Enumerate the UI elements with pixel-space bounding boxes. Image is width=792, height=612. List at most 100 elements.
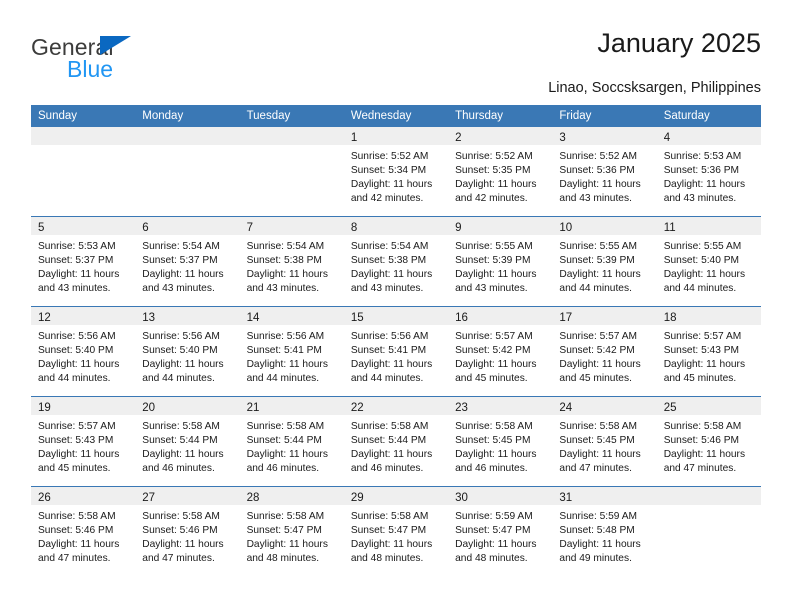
day-number-band: 12 [31,307,136,325]
calendar-page: General Blue January 2025 Linao, Soccsks… [0,0,792,612]
day-number-band: 10 [552,217,657,235]
day-details: Sunrise: 5:58 AM Sunset: 5:46 PM Daylight:… [135,505,239,566]
day-number: 24 [559,402,573,414]
day-details: Sunrise: 5:58 AM Sunset: 5:46 PM Daylight:… [657,415,761,476]
day-number-band: 26 [31,487,136,505]
day-number-band [135,127,240,145]
day-number-band: 27 [135,487,240,505]
calendar-day-cell[interactable]: 23 Sunrise: 5:58 AM Sunset: 5:45 PM Dayligh… [448,396,553,487]
calendar-day-cell[interactable]: 12 Sunrise: 5:56 AM Sunset: 5:40 PM Dayligh… [31,306,136,397]
calendar-day-cell[interactable]: 20 Sunrise: 5:58 AM Sunset: 5:44 PM Dayligh… [135,396,240,487]
day-details: Sunrise: 5:57 AM Sunset: 5:42 PM Daylight:… [552,325,656,386]
calendar-day-cell[interactable]: 8 Sunrise: 5:54 AM Sunset: 5:38 PM Daylight… [343,216,449,307]
daylight-text-line2: and 46 minutes. [142,463,215,475]
calendar-day-cell[interactable]: 25 Sunrise: 5:58 AM Sunset: 5:46 PM Dayligh… [656,396,761,487]
day-number: 4 [663,132,671,144]
calendar-header-row: Sunday Monday Tuesday Wednesday Thursday Frid… [31,105,761,127]
calendar-body: 1 Sunrise: 5:52 AM Sunset: 5:34 PM Daylight… [31,127,761,576]
calendar-day-cell[interactable]: 28 Sunrise: 5:58 AM Sunset: 5:47 PM Dayligh… [239,486,344,576]
day-number: 20 [142,402,156,414]
day-number: 9 [455,222,462,234]
calendar-day-cell[interactable]: 21 Sunrise: 5:58 AM Sunset: 5:44 PM Dayligh… [239,396,344,487]
sunrise-text: Sunrise: 5:56 AM [350,331,429,342]
calendar-day-cell[interactable]: 27 Sunrise: 5:58 AM Sunset: 5:46 PM Dayligh… [135,486,240,576]
day-number: 19 [38,402,51,414]
calendar-day-cell[interactable]: 4 Sunrise: 5:53 AM Sunset: 5:36 PM Daylight… [656,127,761,217]
day-details: Sunrise: 5:58 AM Sunset: 5:45 PM Daylight:… [448,415,552,476]
sunrise-text: Sunrise: 5:57 AM [455,331,533,342]
daylight-text-line2: and 45 minutes. [38,463,111,475]
general-blue-logo[interactable]: General Blue [31,34,231,88]
daylight-text-line2: and 49 minutes. [559,553,632,565]
day-number: 3 [559,132,566,144]
day-details: Sunrise: 5:56 AM Sunset: 5:41 PM Daylight:… [240,325,344,386]
day-number-band [656,487,761,505]
calendar-day-cell[interactable]: 31 Sunrise: 5:59 AM Sunset: 5:48 PM Dayligh… [552,486,657,576]
calendar-day-cell[interactable]: 18 Sunrise: 5:57 AM Sunset: 5:43 PM Dayligh… [656,306,761,397]
daylight-text-line1: Daylight: 11 hours [350,359,433,371]
day-number: 10 [559,222,573,234]
daylight-text-line1: Daylight: 11 hours [142,359,224,371]
calendar-day-cell[interactable]: 19 Sunrise: 5:57 AM Sunset: 5:43 PM Dayligh… [31,396,136,487]
calendar-day-cell[interactable]: 6 Sunrise: 5:54 AM Sunset: 5:37 PM Daylight… [135,216,240,307]
calendar-day-cell[interactable]: 14 Sunrise: 5:56 AM Sunset: 5:41 PM Dayligh… [239,306,344,397]
day-details: Sunrise: 5:58 AM Sunset: 5:47 PM Daylight:… [344,505,448,566]
calendar-week-row: 5 Sunrise: 5:53 AM Sunset: 5:37 PM Daylight… [31,216,761,307]
calendar-day-cell[interactable]: 1 Sunrise: 5:52 AM Sunset: 5:34 PM Daylight… [343,127,449,217]
calendar-day-cell[interactable]: 22 Sunrise: 5:58 AM Sunset: 5:44 PM Dayligh… [343,396,449,487]
calendar-day-cell[interactable]: 11 Sunrise: 5:55 AM Sunset: 5:40 PM Dayligh… [656,216,761,307]
daylight-text-line1: Daylight: 11 hours [142,269,224,281]
day-details: Sunrise: 5:54 AM Sunset: 5:37 PM Daylight:… [135,235,239,296]
sunrise-text: Sunrise: 5:58 AM [142,421,220,432]
calendar-day-cell[interactable]: 10 Sunrise: 5:55 AM Sunset: 5:39 PM Dayligh… [552,216,657,307]
daylight-text-line2: and 42 minutes. [350,193,424,205]
day-number: 31 [559,492,573,504]
calendar-day-cell[interactable]: 30 Sunrise: 5:59 AM Sunset: 5:47 PM Dayligh… [448,486,553,576]
day-number-band [31,127,136,145]
sunrise-text: Sunrise: 5:55 AM [663,241,742,252]
sunset-text: Sunset: 5:40 PM [142,345,218,357]
day-number-band: 7 [239,217,344,235]
daylight-text-line1: Daylight: 11 hours [559,449,641,461]
daylight-text-line1: Daylight: 11 hours [350,179,433,191]
calendar-week-row: 19 Sunrise: 5:57 AM Sunset: 5:43 PM Dayligh… [31,396,761,487]
calendar-day-cell[interactable]: 9 Sunrise: 5:55 AM Sunset: 5:39 PM Daylight… [448,216,553,307]
day-number: 1 [350,132,358,144]
sunrise-text: Sunrise: 5:52 AM [559,151,637,162]
calendar-day-cell[interactable]: 26 Sunrise: 5:58 AM Sunset: 5:46 PM Dayligh… [31,486,136,576]
day-details: Sunrise: 5:57 AM Sunset: 5:42 PM Daylight:… [448,325,552,386]
day-number-band: 20 [135,397,240,415]
daylight-text-line1: Daylight: 11 hours [663,179,746,191]
calendar-day-cell[interactable]: 7 Sunrise: 5:54 AM Sunset: 5:38 PM Daylight… [239,216,344,307]
day-number-band: 5 [31,217,136,235]
sunrise-text: Sunrise: 5:53 AM [663,151,742,162]
day-details: Sunrise: 5:55 AM Sunset: 5:40 PM Daylight:… [657,235,761,296]
day-number: 8 [350,222,358,234]
calendar-day-cell[interactable]: 17 Sunrise: 5:57 AM Sunset: 5:42 PM Dayligh… [552,306,657,397]
calendar-day-cell[interactable]: 13 Sunrise: 5:56 AM Sunset: 5:40 PM Dayligh… [135,306,240,397]
day-number-band: 6 [135,217,240,235]
calendar-day-cell[interactable]: 3 Sunrise: 5:52 AM Sunset: 5:36 PM Daylight… [552,127,657,217]
daylight-text-line1: Daylight: 11 hours [246,449,328,461]
sunrise-text: Sunrise: 5:59 AM [455,511,533,522]
day-details: Sunrise: 5:58 AM Sunset: 5:44 PM Daylight:… [344,415,448,476]
day-number-band: 2 [448,127,553,145]
calendar-day-cell[interactable]: 16 Sunrise: 5:57 AM Sunset: 5:42 PM Dayligh… [448,306,553,397]
calendar-day-cell[interactable]: 24 Sunrise: 5:58 AM Sunset: 5:45 PM Dayligh… [552,396,657,487]
sunrise-text: Sunrise: 5:58 AM [350,511,429,522]
sunrise-text: Sunrise: 5:54 AM [142,241,220,252]
sunrise-text: Sunrise: 5:58 AM [38,511,116,522]
sunrise-text: Sunrise: 5:56 AM [246,331,325,342]
calendar-day-cell[interactable]: 5 Sunrise: 5:53 AM Sunset: 5:37 PM Daylight… [31,216,136,307]
daylight-text-line1: Daylight: 11 hours [559,269,641,281]
calendar-day-cell[interactable]: 2 Sunrise: 5:52 AM Sunset: 5:35 PM Daylight… [448,127,553,217]
sunset-text: Sunset: 5:41 PM [350,345,427,357]
sunrise-text: Sunrise: 5:58 AM [559,421,637,432]
calendar-day-cell[interactable]: 15 Sunrise: 5:56 AM Sunset: 5:41 PM Dayligh… [343,306,449,397]
sunset-text: Sunset: 5:44 PM [246,435,322,447]
day-number-band [239,127,344,145]
calendar-day-cell[interactable]: 29 Sunrise: 5:58 AM Sunset: 5:47 PM Dayligh… [343,486,449,576]
daylight-text-line2: and 44 minutes. [142,373,215,385]
sunset-text: Sunset: 5:45 PM [559,435,635,447]
daylight-text-line1: Daylight: 11 hours [663,359,746,371]
